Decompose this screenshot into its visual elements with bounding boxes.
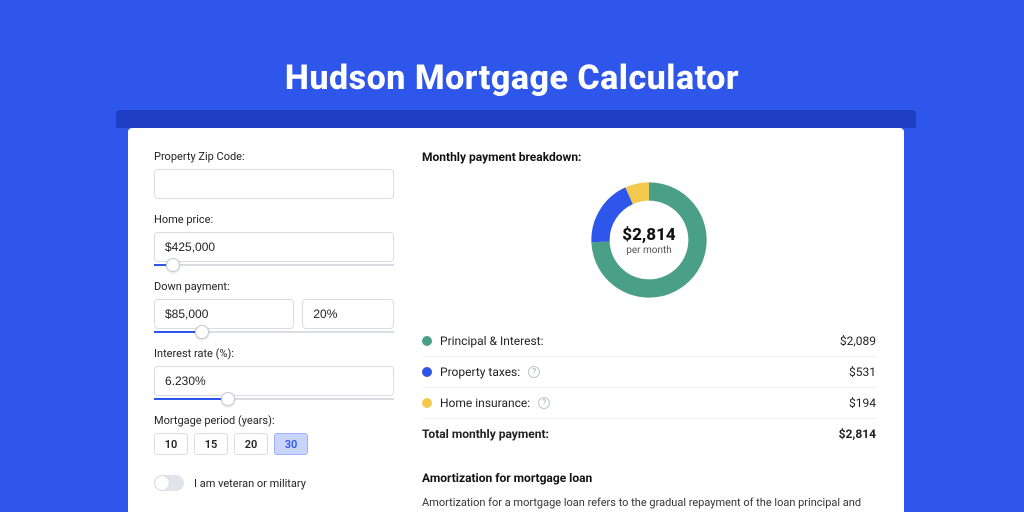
donut-amount: $2,814 bbox=[622, 225, 675, 245]
legend-value-tax: $531 bbox=[849, 365, 876, 379]
info-icon[interactable]: ? bbox=[538, 397, 550, 409]
period-option-15[interactable]: 15 bbox=[194, 433, 228, 455]
legend-dot-pi bbox=[422, 336, 432, 346]
legend-value-ins: $194 bbox=[849, 396, 876, 410]
price-label: Home price: bbox=[154, 213, 394, 226]
zip-label: Property Zip Code: bbox=[154, 150, 394, 163]
period-option-20[interactable]: 20 bbox=[234, 433, 268, 455]
down-slider-thumb[interactable] bbox=[195, 325, 209, 339]
total-label: Total monthly payment: bbox=[422, 427, 549, 441]
zip-group: Property Zip Code: bbox=[154, 150, 394, 199]
page-root: Hudson Mortgage Calculator Property Zip … bbox=[0, 0, 1024, 512]
legend: Principal & Interest: $2,089 Property taxe… bbox=[422, 326, 876, 449]
breakdown-column: Monthly payment breakdown: $2,814 per mo… bbox=[422, 150, 876, 512]
period-label: Mortgage period (years): bbox=[154, 414, 394, 427]
amortization-text: Amortization for a mortgage loan refers … bbox=[422, 495, 876, 512]
donut-chart: $2,814 per month bbox=[585, 176, 713, 304]
donut-wrap: $2,814 per month bbox=[422, 174, 876, 314]
legend-dot-tax bbox=[422, 367, 432, 377]
period-options: 10 15 20 30 bbox=[154, 433, 394, 455]
veteran-toggle-knob bbox=[155, 476, 169, 490]
panel-shadow bbox=[116, 110, 916, 128]
rate-input[interactable] bbox=[154, 366, 394, 396]
legend-row-ins: Home insurance:? $194 bbox=[422, 388, 876, 419]
period-group: Mortgage period (years): 10 15 20 30 bbox=[154, 414, 394, 455]
legend-dot-ins bbox=[422, 398, 432, 408]
legend-value-pi: $2,089 bbox=[840, 334, 876, 348]
veteran-toggle[interactable] bbox=[154, 475, 184, 491]
legend-label-pi: Principal & Interest: bbox=[440, 334, 544, 348]
donut-center: $2,814 per month bbox=[585, 176, 713, 304]
price-input[interactable] bbox=[154, 232, 394, 262]
period-option-30[interactable]: 30 bbox=[274, 433, 308, 455]
total-value: $2,814 bbox=[839, 427, 876, 441]
page-title: Hudson Mortgage Calculator bbox=[0, 0, 1024, 98]
amortization-section: Amortization for mortgage loan Amortizat… bbox=[422, 471, 876, 512]
form-column: Property Zip Code: Home price: Down paym… bbox=[154, 150, 394, 512]
period-option-10[interactable]: 10 bbox=[154, 433, 188, 455]
price-slider[interactable] bbox=[154, 264, 394, 266]
price-group: Home price: bbox=[154, 213, 394, 266]
legend-row-pi: Principal & Interest: $2,089 bbox=[422, 326, 876, 357]
donut-sub: per month bbox=[626, 245, 672, 256]
rate-group: Interest rate (%): bbox=[154, 347, 394, 400]
rate-slider-thumb[interactable] bbox=[221, 392, 235, 406]
info-icon[interactable]: ? bbox=[528, 366, 540, 378]
amortization-heading: Amortization for mortgage loan bbox=[422, 471, 876, 485]
rate-label: Interest rate (%): bbox=[154, 347, 394, 360]
legend-row-tax: Property taxes:? $531 bbox=[422, 357, 876, 388]
down-label: Down payment: bbox=[154, 280, 394, 293]
veteran-row: I am veteran or military bbox=[154, 475, 394, 491]
down-group: Down payment: bbox=[154, 280, 394, 333]
legend-label-tax: Property taxes: bbox=[440, 365, 520, 379]
down-amount-input[interactable] bbox=[154, 299, 294, 329]
rate-slider[interactable] bbox=[154, 398, 394, 400]
price-slider-thumb[interactable] bbox=[166, 258, 180, 272]
veteran-label: I am veteran or military bbox=[194, 477, 306, 490]
zip-input[interactable] bbox=[154, 169, 394, 199]
legend-row-total: Total monthly payment: $2,814 bbox=[422, 419, 876, 449]
breakdown-heading: Monthly payment breakdown: bbox=[422, 150, 876, 164]
calculator-panel: Property Zip Code: Home price: Down paym… bbox=[128, 128, 904, 512]
down-slider[interactable] bbox=[154, 331, 394, 333]
legend-label-ins: Home insurance: bbox=[440, 396, 530, 410]
down-pct-input[interactable] bbox=[302, 299, 394, 329]
